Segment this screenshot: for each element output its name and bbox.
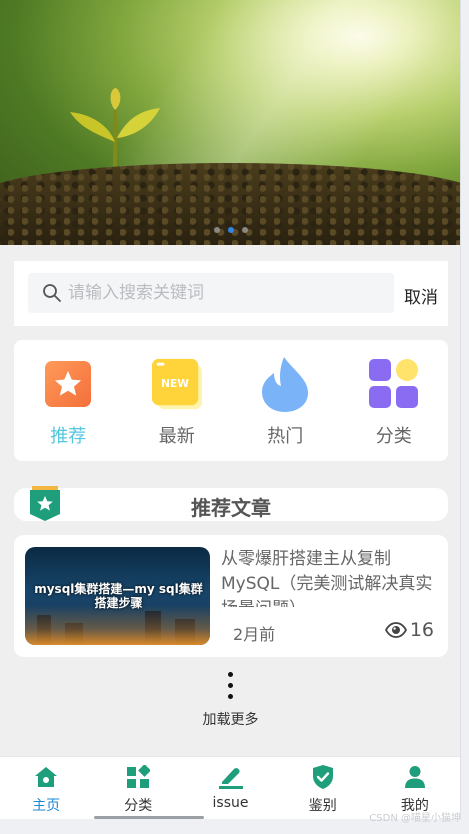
thumb-glow [25, 605, 210, 645]
eye-icon [384, 622, 407, 638]
view-count: 16 [409, 619, 434, 641]
thumbnail-text: mysql集群搭建—my sql集群搭建步骤 [34, 582, 203, 610]
category-label: 最新 [158, 426, 195, 447]
tab-home[interactable]: 主页 [0, 757, 92, 819]
cancel-button[interactable]: 取消 [404, 283, 438, 308]
category-nav: 推荐 NEW 最新 热门 分类 [14, 340, 448, 461]
carousel-dot[interactable] [241, 227, 248, 233]
star-icon [41, 356, 95, 412]
grid-icon [367, 356, 421, 412]
app-screen: 取消 推荐 NEW 最新 [0, 0, 461, 819]
recommend-title: 推荐文章 [191, 496, 271, 520]
banner-carousel[interactable] [0, 0, 460, 245]
article-card[interactable]: mysql集群搭建—my sql集群搭建步骤 从零爆肝搭建主从复制MySQL（完… [14, 535, 448, 657]
search-bar: 取消 [14, 261, 448, 326]
category-classify[interactable]: 分类 [340, 340, 449, 461]
tab-label: 主页 [32, 798, 61, 814]
carousel-dot-active[interactable] [227, 227, 234, 233]
user-icon [402, 765, 428, 789]
category-label: 热门 [267, 426, 304, 447]
shield-check-icon [310, 765, 336, 789]
tab-label: issue [212, 795, 249, 811]
tab-label: 鉴别 [308, 798, 337, 814]
category-icon [125, 765, 151, 789]
category-label: 推荐 [50, 426, 87, 447]
recommend-header: 推荐文章 [14, 486, 448, 521]
category-label: 分类 [375, 426, 412, 447]
search-icon [43, 284, 61, 302]
flame-icon [258, 356, 312, 412]
article-views: 16 [384, 619, 434, 641]
tab-label: 分类 [124, 798, 153, 814]
article-thumbnail: mysql集群搭建—my sql集群搭建步骤 [25, 547, 210, 645]
article-title[interactable]: 从零爆肝搭建主从复制MySQL（完美测试解决真实场景问题） [221, 547, 441, 607]
home-indicator [94, 816, 204, 819]
carousel-dot[interactable] [213, 227, 220, 233]
home-icon [33, 765, 59, 789]
category-recommend[interactable]: 推荐 [14, 340, 123, 461]
more-vertical-icon [228, 672, 233, 699]
carousel-dots [0, 227, 460, 233]
tab-category[interactable]: 分类 [92, 757, 184, 819]
load-more-button[interactable]: 加载更多 [0, 672, 460, 729]
category-hot[interactable]: 热门 [231, 340, 340, 461]
search-input[interactable] [68, 283, 368, 303]
edit-icon [218, 765, 244, 789]
tab-identify[interactable]: 鉴别 [277, 757, 369, 819]
search-field[interactable] [28, 273, 394, 313]
load-more-label: 加载更多 [202, 712, 259, 728]
article-time: 2月前 [233, 625, 276, 644]
tab-issue[interactable]: issue [184, 757, 276, 819]
category-latest[interactable]: NEW 最新 [123, 340, 232, 461]
watermark-text: CSDN @喵星小猫坤 [369, 813, 461, 824]
svg-text:NEW: NEW [161, 378, 189, 390]
new-icon: NEW [150, 356, 204, 412]
